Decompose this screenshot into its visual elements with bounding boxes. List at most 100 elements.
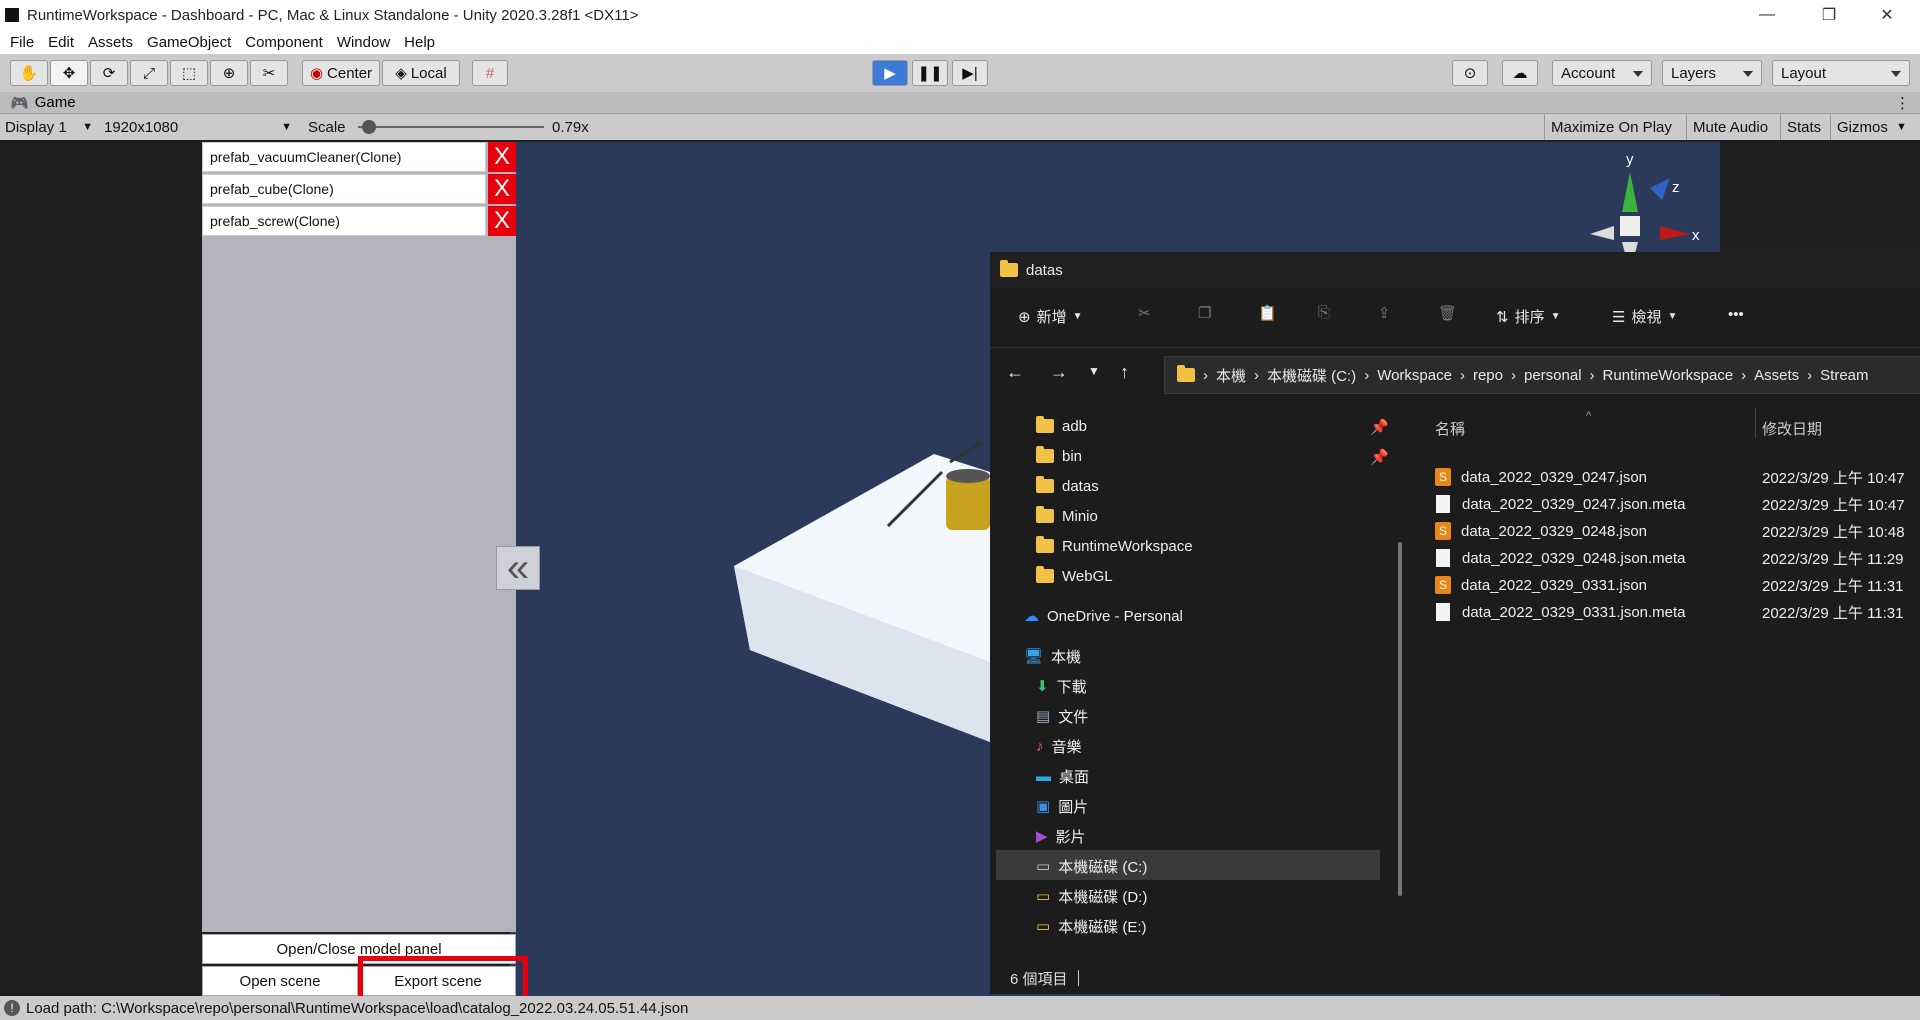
- transform-tool-icon[interactable]: ⊕: [210, 60, 248, 86]
- path-segment[interactable]: personal: [1524, 367, 1582, 384]
- move-tool-icon[interactable]: ✥: [50, 60, 88, 86]
- path-segment[interactable]: 本機磁碟 (C:): [1267, 365, 1356, 386]
- path-segment[interactable]: Stream: [1820, 367, 1868, 384]
- sidebar-item-videos[interactable]: ▶ 影片: [1036, 822, 1086, 850]
- layout-dropdown[interactable]: Layout: [1772, 60, 1910, 86]
- collab-icon[interactable]: ⊙: [1452, 60, 1488, 86]
- sidebar-item-minio[interactable]: Minio: [1036, 502, 1098, 530]
- copy-icon[interactable]: ❐: [1198, 304, 1211, 322]
- collapse-panel-button[interactable]: «: [496, 546, 540, 590]
- prefab-name[interactable]: prefab_screw(Clone): [202, 206, 486, 236]
- path-segment[interactable]: Workspace: [1377, 367, 1452, 384]
- sidebar-item-drive-d[interactable]: ▭ 本機磁碟 (D:): [1036, 882, 1147, 910]
- prefab-name[interactable]: prefab_cube(Clone): [202, 174, 486, 204]
- prefab-name[interactable]: prefab_vacuumCleaner(Clone): [202, 142, 486, 172]
- custom-tool-icon[interactable]: ✂: [250, 60, 288, 86]
- step-button[interactable]: ▶|: [952, 60, 988, 86]
- file-row[interactable]: data_2022_0329_0247.json.meta 2022/3/29 上…: [1435, 491, 1905, 517]
- stats-toggle[interactable]: Stats: [1780, 114, 1827, 140]
- forward-icon[interactable]: →: [1050, 362, 1068, 383]
- gizmos-dropdown[interactable]: Gizmos: [1830, 114, 1894, 140]
- menu-component[interactable]: Component: [245, 34, 323, 51]
- delete-prefab-button[interactable]: X: [488, 206, 516, 236]
- layers-dropdown[interactable]: Layers: [1662, 60, 1762, 86]
- sidebar-item-datas[interactable]: datas: [1036, 472, 1099, 500]
- sidebar-item-music[interactable]: ♪ 音樂: [1036, 732, 1082, 760]
- pin-icon[interactable]: 📌: [1370, 418, 1389, 436]
- sidebar-item-onedrive[interactable]: ☁ OneDrive - Personal: [1024, 602, 1183, 630]
- sidebar-item-drive-e[interactable]: ▭ 本機磁碟 (E:): [1036, 912, 1147, 940]
- open-scene-button[interactable]: Open scene: [202, 966, 358, 996]
- gizmos-chevron-icon[interactable]: ▼: [1896, 114, 1907, 140]
- delete-icon[interactable]: 🗑: [1438, 304, 1457, 322]
- sidebar-item-bin[interactable]: bin: [1036, 442, 1082, 470]
- sidebar-scrollbar[interactable]: [1398, 542, 1402, 896]
- resolution-dropdown[interactable]: 1920x1080 ▼: [104, 114, 296, 140]
- view-button[interactable]: ☰ 檢視 ▼: [1612, 306, 1677, 327]
- scale-slider-knob[interactable]: [362, 120, 377, 134]
- mute-audio-toggle[interactable]: Mute Audio: [1686, 114, 1774, 140]
- rotate-tool-icon[interactable]: ⟳: [90, 60, 128, 86]
- file-row[interactable]: Sdata_2022_0329_0331.json 2022/3/29 上午 11…: [1435, 572, 1904, 598]
- file-row[interactable]: data_2022_0329_0248.json.meta 2022/3/29 上…: [1435, 545, 1904, 571]
- menu-file[interactable]: File: [10, 34, 34, 51]
- recent-chevron-icon[interactable]: ▼: [1088, 364, 1100, 378]
- file-row[interactable]: data_2022_0329_0331.json.meta 2022/3/29 上…: [1435, 599, 1904, 625]
- rect-tool-icon[interactable]: ⬚: [170, 60, 208, 86]
- play-button[interactable]: ▶: [872, 60, 908, 86]
- sidebar-item-pictures[interactable]: ▣ 圖片: [1036, 792, 1088, 820]
- path-segment[interactable]: repo: [1473, 367, 1503, 384]
- sidebar-item-documents[interactable]: ▤ 文件: [1036, 702, 1088, 730]
- cut-icon[interactable]: ✂: [1138, 304, 1151, 322]
- hand-tool-icon[interactable]: ✋: [10, 60, 48, 86]
- paste-icon[interactable]: 📋: [1258, 304, 1277, 322]
- scale-tool-icon[interactable]: ⤢: [130, 60, 168, 86]
- delete-prefab-button[interactable]: X: [488, 174, 516, 204]
- rename-icon[interactable]: ⎘: [1318, 304, 1330, 321]
- unity-icon: [5, 8, 19, 22]
- more-icon[interactable]: •••: [1728, 306, 1744, 323]
- account-dropdown[interactable]: Account: [1552, 60, 1652, 86]
- path-segment[interactable]: RuntimeWorkspace: [1603, 367, 1734, 384]
- menu-window[interactable]: Window: [337, 34, 390, 51]
- column-header-modified[interactable]: 修改日期: [1762, 418, 1822, 439]
- grid-snap-icon[interactable]: #: [472, 60, 508, 86]
- up-icon[interactable]: ↑: [1120, 362, 1129, 383]
- display-dropdown[interactable]: Display 1 ▼: [5, 114, 97, 140]
- path-segment[interactable]: Assets: [1754, 367, 1799, 384]
- game-tab[interactable]: Game: [35, 94, 76, 111]
- sidebar-item-runtimeworkspace[interactable]: RuntimeWorkspace: [1036, 532, 1193, 560]
- file-row[interactable]: Sdata_2022_0329_0247.json 2022/3/29 上午 10…: [1435, 464, 1905, 490]
- menu-gameobject[interactable]: GameObject: [147, 34, 231, 51]
- menu-edit[interactable]: Edit: [48, 34, 74, 51]
- share-icon[interactable]: ⇪: [1378, 304, 1391, 322]
- restore-icon[interactable]: ❐: [1806, 0, 1852, 30]
- sidebar-item-downloads[interactable]: ⬇ 下載: [1036, 672, 1087, 700]
- cloud-icon[interactable]: ☁: [1502, 60, 1538, 86]
- menu-help[interactable]: Help: [404, 34, 435, 51]
- sidebar-item-drive-c[interactable]: ▭ 本機磁碟 (C:): [1036, 852, 1147, 880]
- column-header-name[interactable]: 名稱: [1435, 418, 1465, 439]
- path-segment[interactable]: 本機: [1216, 365, 1246, 386]
- menu-assets[interactable]: Assets: [88, 34, 133, 51]
- close-icon[interactable]: ✕: [1864, 0, 1910, 30]
- file-row[interactable]: Sdata_2022_0329_0248.json 2022/3/29 上午 10…: [1435, 518, 1905, 544]
- maximize-on-play-toggle[interactable]: Maximize On Play: [1544, 114, 1678, 140]
- gizmo-x-label: x: [1692, 227, 1700, 244]
- delete-prefab-button[interactable]: X: [488, 142, 516, 172]
- sidebar-item-adb[interactable]: adb: [1036, 412, 1087, 440]
- pause-button[interactable]: ❚❚: [912, 60, 948, 86]
- space-local-button[interactable]: ◈ Local: [382, 60, 460, 86]
- back-icon[interactable]: ←: [1006, 362, 1024, 383]
- pin-icon[interactable]: 📌: [1370, 448, 1389, 466]
- new-button[interactable]: ⊕ 新增 ▼: [1018, 306, 1083, 327]
- more-options-icon[interactable]: ⋮: [1895, 94, 1910, 112]
- sidebar-item-desktop[interactable]: ▬ 桌面: [1036, 762, 1089, 790]
- sidebar-item-this-pc[interactable]: 🖥 本機: [1024, 642, 1081, 670]
- pivot-center-button[interactable]: ◉ Center: [302, 60, 380, 86]
- sidebar-item-webgl[interactable]: WebGL: [1036, 562, 1113, 590]
- scale-slider[interactable]: [358, 114, 544, 140]
- minimize-icon[interactable]: —: [1744, 0, 1790, 30]
- sort-button[interactable]: ⇅ 排序 ▼: [1496, 306, 1561, 327]
- address-bar[interactable]: › 本機 › 本機磁碟 (C:) › Workspace › repo › pe…: [1164, 356, 1920, 394]
